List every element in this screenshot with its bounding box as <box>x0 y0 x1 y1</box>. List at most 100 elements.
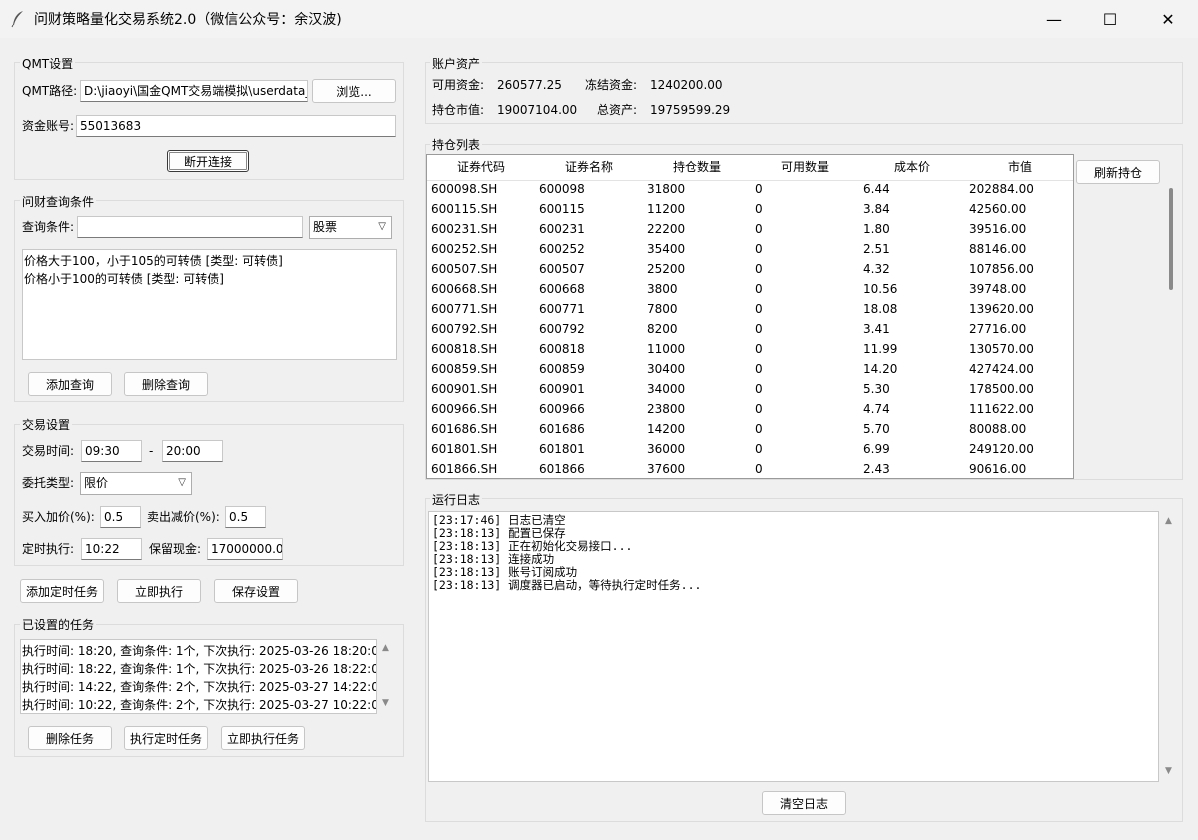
available-funds-label: 可用资金: <box>432 78 485 92</box>
task-list-scrollbar[interactable]: ▲ ▼ <box>378 639 396 714</box>
account-label: 资金账号: <box>22 119 75 133</box>
table-cell: 18.08 <box>863 302 898 316</box>
table-cell: 139620.00 <box>969 302 1034 316</box>
column-header[interactable]: 市值 <box>965 155 1073 181</box>
scroll-up-icon[interactable]: ▲ <box>382 643 389 653</box>
table-cell: 0 <box>755 402 763 416</box>
list-item[interactable]: 执行时间: 18:20, 查询条件: 1个, 下次执行: 2025-03-26 … <box>22 642 376 660</box>
close-button[interactable]: ✕ <box>1140 0 1196 38</box>
sell-sub-label: 卖出减价(%): <box>147 510 220 524</box>
table-row[interactable]: 600668.SH 600668 3800 0 10.56 39748.00 <box>427 279 1073 299</box>
timer-label: 定时执行: <box>22 542 75 556</box>
scroll-down-icon[interactable]: ▼ <box>382 698 389 708</box>
table-row[interactable]: 600507.SH 600507 25200 0 4.32 107856.00 <box>427 259 1073 279</box>
timer-input[interactable]: 10:22 <box>81 538 142 560</box>
log-output[interactable]: [23:17:46] 日志已清空 [23:18:13] 配置已保存 [23:18… <box>428 511 1159 782</box>
list-item[interactable]: 执行时间: 14:22, 查询条件: 2个, 下次执行: 2025-03-27 … <box>22 678 376 696</box>
table-cell: 0 <box>755 422 763 436</box>
table-cell: 107856.00 <box>969 262 1034 276</box>
table-cell: 600792.SH <box>431 322 498 336</box>
positions-label: 持仓列表 <box>430 136 483 153</box>
table-row[interactable]: 600859.SH 600859 30400 0 14.20 427424.00 <box>427 359 1073 379</box>
table-row[interactable]: 600115.SH 600115 11200 0 3.84 42560.00 <box>427 199 1073 219</box>
query-condition-input[interactable] <box>77 216 303 238</box>
clear-log-button[interactable]: 清空日志 <box>762 791 846 815</box>
log-line: [23:18:13] 调度器已启动，等待执行定时任务... <box>432 578 702 592</box>
table-cell: 600252 <box>539 242 585 256</box>
list-item[interactable]: 执行时间: 10:22, 查询条件: 2个, 下次执行: 2025-03-27 … <box>22 696 376 713</box>
table-cell: 34000 <box>647 382 686 396</box>
table-row[interactable]: 601866.SH 601866 37600 0 2.43 90616.00 <box>427 459 1073 478</box>
table-row[interactable]: 601801.SH 601801 36000 0 6.99 249120.00 <box>427 439 1073 459</box>
account-input[interactable]: 55013683 <box>76 115 396 137</box>
execute-task-now-button[interactable]: 立即执行任务 <box>221 726 305 750</box>
delete-query-button[interactable]: 删除查询 <box>124 372 208 396</box>
trade-start-input[interactable]: 09:30 <box>81 440 142 462</box>
table-row[interactable]: 601686.SH 601686 14200 0 5.70 80088.00 <box>427 419 1073 439</box>
table-row[interactable]: 600252.SH 600252 35400 0 2.51 88146.00 <box>427 239 1073 259</box>
save-settings-button[interactable]: 保存设置 <box>214 579 298 603</box>
list-item[interactable]: 执行时间: 18:22, 查询条件: 1个, 下次执行: 2025-03-26 … <box>22 660 376 678</box>
total-assets-label: 总资产: <box>597 103 638 117</box>
list-item[interactable]: 价格小于100的可转债 [类型: 可转债] <box>24 270 396 288</box>
table-cell: 600231.SH <box>431 222 498 236</box>
table-cell: 600771.SH <box>431 302 498 316</box>
delete-task-button[interactable]: 删除任务 <box>28 726 112 750</box>
table-cell: 0 <box>755 282 763 296</box>
buy-add-input[interactable]: 0.5 <box>100 506 141 528</box>
title-bar: 问财策略量化交易系统2.0（微信公众号：余汉波) — ☐ ✕ <box>0 0 1198 38</box>
order-type-select[interactable]: 限价 ▽ <box>80 472 192 495</box>
table-cell: 10.56 <box>863 282 898 296</box>
table-row[interactable]: 600098.SH 600098 31800 0 6.44 202884.00 <box>427 179 1073 199</box>
execute-timer-task-button[interactable]: 执行定时任务 <box>124 726 208 750</box>
table-cell: 600115 <box>539 202 585 216</box>
table-cell: 601866.SH <box>431 462 498 476</box>
column-header[interactable]: 证券名称 <box>535 155 644 181</box>
column-header[interactable]: 持仓数量 <box>643 155 752 181</box>
query-condition-label: 查询条件: <box>22 220 75 234</box>
table-cell: 0 <box>755 342 763 356</box>
table-cell: 14.20 <box>863 362 898 376</box>
browse-button[interactable]: 浏览... <box>312 79 396 103</box>
feather-icon <box>11 11 23 28</box>
table-cell: 6.99 <box>863 442 890 456</box>
positions-scrollbar-thumb[interactable] <box>1169 188 1173 290</box>
log-scrollbar[interactable]: ▲ ▼ <box>1160 511 1180 782</box>
scroll-down-icon[interactable]: ▼ <box>1165 766 1172 776</box>
add-timer-task-button[interactable]: 添加定时任务 <box>20 579 104 603</box>
window-title: 问财策略量化交易系统2.0（微信公众号：余汉波) <box>34 12 342 28</box>
positions-table[interactable]: 证券代码 证券名称 持仓数量 可用数量 成本价 市值 600098.SH 600098 318… <box>426 154 1074 479</box>
table-cell: 600966 <box>539 402 585 416</box>
add-query-button[interactable]: 添加查询 <box>28 372 112 396</box>
table-cell: 8200 <box>647 322 678 336</box>
qmt-path-input[interactable]: D:\jiaoyi\国金QMT交易端模拟\userdata_ <box>80 80 308 102</box>
column-header[interactable]: 证券代码 <box>427 155 536 181</box>
refresh-positions-button[interactable]: 刷新持仓 <box>1076 160 1160 184</box>
query-type-select[interactable]: 股票 ▽ <box>309 216 392 239</box>
table-row[interactable]: 600231.SH 600231 22200 0 1.80 39516.00 <box>427 219 1073 239</box>
maximize-button[interactable]: ☐ <box>1082 0 1138 38</box>
table-cell: 130570.00 <box>969 342 1034 356</box>
column-header[interactable]: 可用数量 <box>751 155 860 181</box>
column-header[interactable]: 成本价 <box>859 155 966 181</box>
table-cell: 25200 <box>647 262 686 276</box>
table-cell: 3.41 <box>863 322 890 336</box>
table-cell: 5.70 <box>863 422 890 436</box>
table-row[interactable]: 600966.SH 600966 23800 0 4.74 111622.00 <box>427 399 1073 419</box>
table-row[interactable]: 600771.SH 600771 7800 0 18.08 139620.00 <box>427 299 1073 319</box>
disconnect-button[interactable]: 断开连接 <box>167 150 249 172</box>
table-row[interactable]: 600792.SH 600792 8200 0 3.41 27716.00 <box>427 319 1073 339</box>
table-row[interactable]: 600901.SH 600901 34000 0 5.30 178500.00 <box>427 379 1073 399</box>
table-row[interactable]: 600818.SH 600818 11000 0 11.99 130570.00 <box>427 339 1073 359</box>
reserve-cash-input[interactable]: 17000000.0 <box>207 538 283 560</box>
list-item[interactable]: 价格大于100，小于105的可转债 [类型: 可转债] <box>24 252 396 270</box>
minimize-button[interactable]: — <box>1026 0 1082 38</box>
table-cell: 30400 <box>647 362 686 376</box>
task-list[interactable]: 执行时间: 18:20, 查询条件: 1个, 下次执行: 2025-03-26 … <box>20 639 377 714</box>
sell-sub-input[interactable]: 0.5 <box>225 506 266 528</box>
run-now-button[interactable]: 立即执行 <box>117 579 201 603</box>
trade-end-input[interactable]: 20:00 <box>162 440 223 462</box>
query-list[interactable]: 价格大于100，小于105的可转债 [类型: 可转债] 价格小于100的可转债 … <box>22 249 397 360</box>
scroll-up-icon[interactable]: ▲ <box>1165 516 1172 526</box>
table-cell: 3800 <box>647 282 678 296</box>
